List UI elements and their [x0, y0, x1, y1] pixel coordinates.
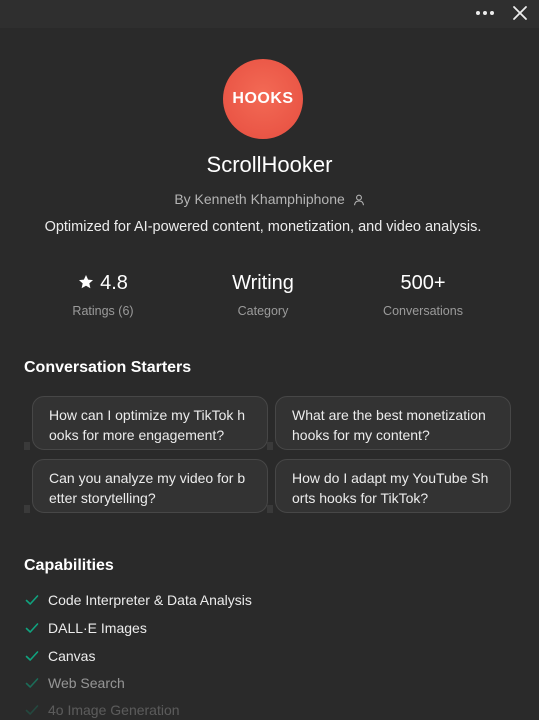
starter-text-line: Can you analyze my video for b: [49, 470, 246, 486]
capability-label: Web Search: [48, 675, 125, 691]
star-icon: [79, 275, 94, 289]
capability-label: Canvas: [48, 648, 96, 664]
starter-text-line: How do I adapt my YouTube Sh: [292, 470, 489, 486]
starter-button-3[interactable]: Can you analyze my video for b etter sto…: [32, 459, 268, 513]
starter-text-line: ooks for more engagement?: [49, 427, 225, 443]
stat-label: Ratings (6): [72, 304, 134, 318]
starter-button-2[interactable]: What are the best monetization hooks for…: [275, 396, 511, 450]
stat-conversations: 500+ Conversations: [353, 270, 493, 318]
gpt-description: Optimized for AI-powered content, moneti…: [44, 219, 482, 235]
capability-item: 4o Image Generation: [24, 700, 180, 720]
gpt-name: ScrollHooker: [206, 152, 333, 177]
check-icon: [25, 651, 39, 661]
starter-text-line: orts hooks for TikTok?: [292, 490, 429, 506]
starter-bubble-tail: [24, 442, 30, 450]
capability-item: Web Search: [24, 673, 125, 693]
author-name: By Kenneth Khamphiphone: [174, 191, 345, 207]
starter-button-4[interactable]: How do I adapt my YouTube Sh orts hooks …: [275, 459, 511, 513]
check-icon: [25, 595, 39, 605]
check-icon: [25, 678, 39, 688]
capability-label: 4o Image Generation: [48, 702, 180, 718]
capability-label: DALL·E Images: [48, 620, 147, 636]
stat-value: 4.8: [100, 272, 128, 294]
stat-category: Writing Category: [193, 270, 333, 318]
capabilities-heading: Capabilities: [24, 557, 114, 574]
conversation-starters-heading: Conversation Starters: [24, 359, 192, 376]
stat-ratings: 4.8 Ratings (6): [33, 270, 173, 318]
starter-button-1[interactable]: How can I optimize my TikTok h ooks for …: [32, 396, 268, 450]
author-line[interactable]: By Kenneth Khamphiphone: [0, 191, 539, 207]
more-horizontal-icon[interactable]: [474, 5, 496, 21]
check-icon: [25, 623, 39, 633]
starter-text-line: hooks for my content?: [292, 427, 430, 443]
capability-item: DALL·E Images: [24, 618, 147, 638]
capability-item: Canvas: [24, 646, 95, 666]
starter-text-line: What are the best monetization: [292, 407, 486, 423]
stat-value: 500+: [400, 272, 446, 294]
starter-text-line: etter storytelling?: [49, 490, 156, 506]
stat-label: Category: [237, 304, 289, 318]
gpt-logo: HOOKS: [223, 59, 303, 139]
starter-bubble-tail: [24, 505, 30, 513]
person-icon: [353, 194, 364, 206]
capability-label: Code Interpreter & Data Analysis: [48, 592, 252, 608]
window-header: [0, 0, 539, 28]
starter-text-line: How can I optimize my TikTok h: [49, 407, 246, 423]
capability-item: Code Interpreter & Data Analysis: [24, 590, 252, 610]
logo-text: HOOKS: [232, 90, 294, 107]
close-icon[interactable]: [510, 3, 530, 23]
check-icon: [25, 705, 39, 715]
stat-value: Writing: [232, 272, 294, 294]
stat-label: Conversations: [383, 304, 463, 318]
starter-bubble-tail: [267, 442, 273, 450]
starter-bubble-tail: [267, 505, 273, 513]
